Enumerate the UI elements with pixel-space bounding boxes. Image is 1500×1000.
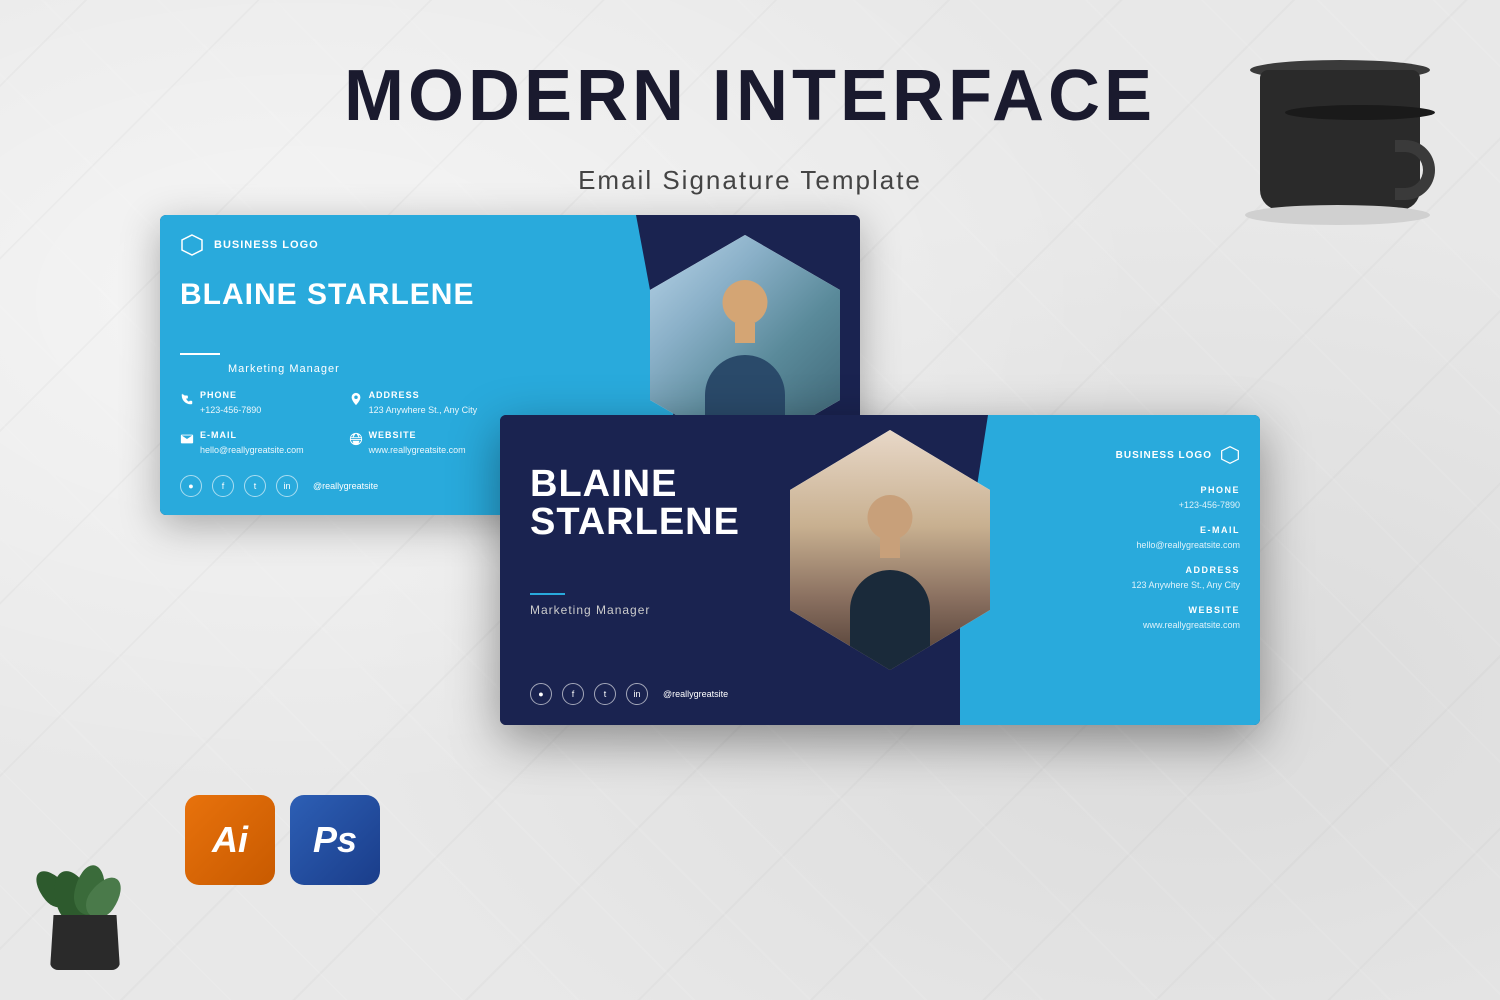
card1-website-value: www.reallygreatsite.com — [369, 445, 466, 455]
cup-handle — [1395, 140, 1435, 200]
card2-address-label: ADDRESS — [1116, 565, 1240, 575]
facebook-icon: f — [212, 475, 234, 497]
card2-website-value: www.reallygreatsite.com — [1143, 620, 1240, 630]
cup-body — [1260, 70, 1420, 210]
card2-address: ADDRESS 123 Anywhere St., Any City — [1116, 565, 1240, 593]
cup-liquid — [1285, 105, 1435, 120]
person-neck — [735, 323, 755, 343]
plant-leaves — [30, 825, 140, 925]
software-icons-bar: Ai Ps — [185, 795, 380, 885]
person-head — [723, 280, 768, 325]
ps-label: Ps — [313, 819, 357, 861]
card2-website: WEBSITE www.reallygreatsite.com — [1116, 605, 1240, 633]
card1-email-label: E-MAIL — [200, 430, 304, 440]
card2-business-logo: BUSINESS LOGO — [1116, 445, 1240, 465]
card2-phone-label: PHONE — [1116, 485, 1240, 495]
card2-person-neck — [880, 538, 900, 558]
card2-social-handle: @reallygreatsite — [663, 689, 728, 699]
card2-name-line1: BLAINE — [530, 465, 740, 503]
card1-website: WEBSITE www.reallygreatsite.com — [349, 430, 478, 458]
illustrator-icon: Ai — [185, 795, 275, 885]
card1-contact-grid: PHONE +123-456-7890 ADDRESS 123 Anywhere… — [180, 390, 477, 458]
location-icon — [349, 392, 363, 406]
card2-job-title: Marketing Manager — [530, 603, 650, 617]
card2-email-label: E-MAIL — [1116, 525, 1240, 535]
linkedin-icon: in — [276, 475, 298, 497]
card2-instagram-icon: ● — [530, 683, 552, 705]
phone-icon — [180, 392, 194, 406]
card1-website-label: WEBSITE — [369, 430, 466, 440]
ai-label: Ai — [212, 819, 248, 861]
card2-website-label: WEBSITE — [1116, 605, 1240, 615]
website-icon — [349, 432, 363, 446]
card2-hex-logo-icon — [1220, 445, 1240, 465]
card2-person-name: BLAINE STARLENE — [530, 465, 740, 541]
card2-title-divider — [530, 593, 565, 595]
card1-social-bar: ● f t in @reallygreatsite — [180, 475, 378, 497]
card2-email-value: hello@reallygreatsite.com — [1136, 540, 1240, 550]
card2-phone-value: +123-456-7890 — [1179, 500, 1240, 510]
card2-name-line2: STARLENE — [530, 503, 740, 541]
card1-title-divider — [180, 353, 220, 355]
card1-email: E-MAIL hello@reallygreatsite.com — [180, 430, 309, 458]
card1-header: BUSINESS LOGO — [180, 233, 319, 257]
card1-address: ADDRESS 123 Anywhere St., Any City — [349, 390, 478, 418]
card1-address-label: ADDRESS — [369, 390, 478, 400]
card2-person-silhouette — [835, 490, 945, 670]
card1-address-value: 123 Anywhere St., Any City — [369, 405, 478, 415]
card1-social-handle: @reallygreatsite — [313, 481, 378, 491]
card2-contact-right: BUSINESS LOGO PHONE +123-456-7890 E-MAIL… — [1116, 445, 1240, 645]
photoshop-icon: Ps — [290, 795, 380, 885]
card1-person-name: BLAINE STARLENE — [180, 280, 474, 310]
email-icon — [180, 432, 194, 446]
card2-social-bar: ● f t in @reallygreatsite — [530, 683, 728, 705]
card2-phone: PHONE +123-456-7890 — [1116, 485, 1240, 513]
card2-business-logo-label: BUSINESS LOGO — [1116, 450, 1212, 461]
cup-saucer — [1245, 205, 1430, 225]
card2-address-value: 123 Anywhere St., Any City — [1131, 580, 1240, 590]
card2-person-head — [868, 495, 913, 540]
card2-email: E-MAIL hello@reallygreatsite.com — [1116, 525, 1240, 553]
plant-decoration — [30, 820, 150, 970]
instagram-icon: ● — [180, 475, 202, 497]
card1-phone-value: +123-456-7890 — [200, 405, 261, 415]
plant-pot — [50, 915, 120, 970]
card1-business-logo-label: BUSINESS LOGO — [214, 239, 319, 251]
card2-hex-frame — [790, 430, 990, 670]
hex-logo-icon — [180, 233, 204, 257]
card2-person-photo — [790, 430, 990, 670]
card2-facebook-icon: f — [562, 683, 584, 705]
card2-photo-hexagon — [790, 430, 990, 670]
twitter-icon: t — [244, 475, 266, 497]
card1-job-title: Marketing Manager — [228, 363, 340, 375]
card1-phone: PHONE +123-456-7890 — [180, 390, 309, 418]
email-template-card-2: BLAINE STARLENE Marketing Manager ● f t … — [500, 415, 1260, 725]
card1-phone-label: PHONE — [200, 390, 261, 400]
card2-person-body — [850, 570, 930, 670]
card2-twitter-icon: t — [594, 683, 616, 705]
card2-linkedin-icon: in — [626, 683, 648, 705]
card1-email-value: hello@reallygreatsite.com — [200, 445, 304, 455]
coffee-cup-decoration — [1240, 40, 1440, 260]
